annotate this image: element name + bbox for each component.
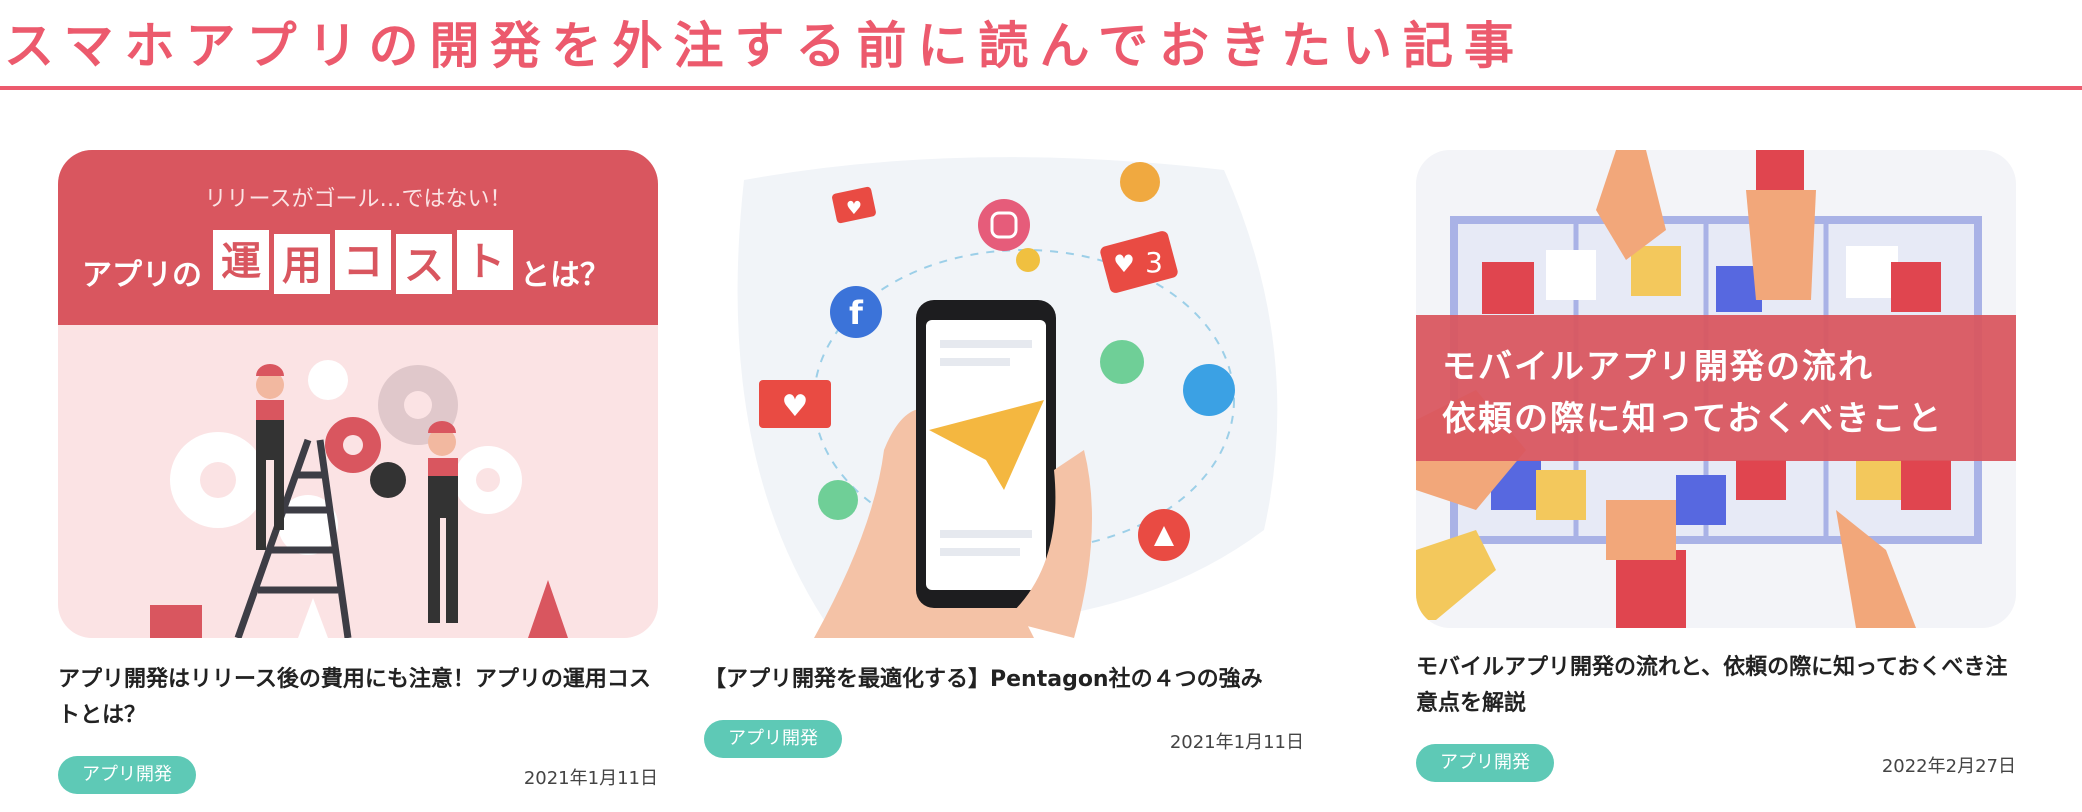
thumbnail-illustration: リリースがゴール…ではない！ アプリの 運 用 コ ス ト とは？: [58, 150, 658, 638]
article-thumbnail[interactable]: f ♥ 3 ♥ ♥: [704, 150, 1304, 638]
article-card[interactable]: リリースがゴール…ではない！ アプリの 運 用 コ ス ト とは？ アプリ開発は…: [58, 150, 658, 794]
publish-date: 2021年1月11日: [1169, 732, 1304, 753]
svg-text:♥: ♥: [1113, 250, 1135, 278]
article-title[interactable]: モバイルアプリ開発の流れと、依頼の際に知っておくべき注意点を解説: [1416, 650, 2016, 722]
twitter-icon: [1183, 364, 1235, 416]
category-tag[interactable]: アプリ開発: [704, 720, 842, 758]
category-tag[interactable]: アプリ開発: [1416, 744, 1554, 782]
article-thumbnail[interactable]: リリースがゴール…ではない！ アプリの 運 用 コ ス ト とは？: [58, 150, 658, 638]
section-title: スマホアプリの開発を外注する前に読んでおきたい記事: [4, 17, 1525, 75]
thumbnail-title-line: モバイルアプリ開発の流れ: [1442, 347, 1874, 387]
instagram-icon: [978, 199, 1030, 251]
thumbnail-title-box: 用: [282, 243, 322, 289]
thumbnail-title-box: ス: [404, 243, 444, 289]
article-title[interactable]: アプリ開発はリリース後の費用にも注意！アプリの運用コストとは？: [58, 662, 658, 734]
publish-date: 2022年2月27日: [1881, 756, 2016, 777]
thumbnail-title-line: 依頼の際に知っておくべきこと: [1442, 399, 1943, 439]
article-card[interactable]: f ♥ 3 ♥ ♥ 【アプリ開発を最適化する】Pentagon社の４つの強み ア…: [704, 150, 1304, 758]
article-title[interactable]: 【アプリ開発を最適化する】Pentagon社の４つの強み: [704, 662, 1304, 698]
notification-count: 3: [1145, 246, 1163, 279]
thumbnail-banner: [1416, 315, 2016, 461]
thumbnail-title-box: 運: [221, 239, 261, 285]
share-icon: [1120, 162, 1160, 202]
article-card[interactable]: モバイルアプリ開発の流れ 依頼の際に知っておくべきこと モバイルアプリ開発の流れ…: [1416, 150, 2016, 782]
thumbnail-title-suffix: とは？: [520, 258, 610, 293]
article-thumbnail[interactable]: モバイルアプリ開発の流れ 依頼の際に知っておくべきこと: [1416, 150, 2016, 628]
svg-text:♥: ♥: [782, 389, 809, 424]
svg-text:f: f: [849, 294, 864, 332]
like-icon: [818, 480, 858, 520]
svg-text:♥: ♥: [846, 198, 862, 219]
publish-date: 2021年1月11日: [523, 768, 658, 789]
category-tag[interactable]: アプリ開発: [58, 756, 196, 794]
thumbnail-illustration: f ♥ 3 ♥ ♥: [704, 150, 1304, 638]
thumbnail-title-box: コ: [343, 239, 383, 285]
thumbnail-title-prefix: アプリの: [82, 258, 202, 293]
like-icon: [1100, 340, 1144, 384]
thumbnail-subtitle: リリースがゴール…ではない！: [205, 187, 512, 212]
thumbnail-illustration: モバイルアプリ開発の流れ 依頼の際に知っておくべきこと: [1416, 150, 2016, 628]
section-heading: スマホアプリの開発を外注する前に読んでおきたい記事: [0, 0, 2082, 90]
thumbnail-title-box: ト: [465, 239, 505, 285]
